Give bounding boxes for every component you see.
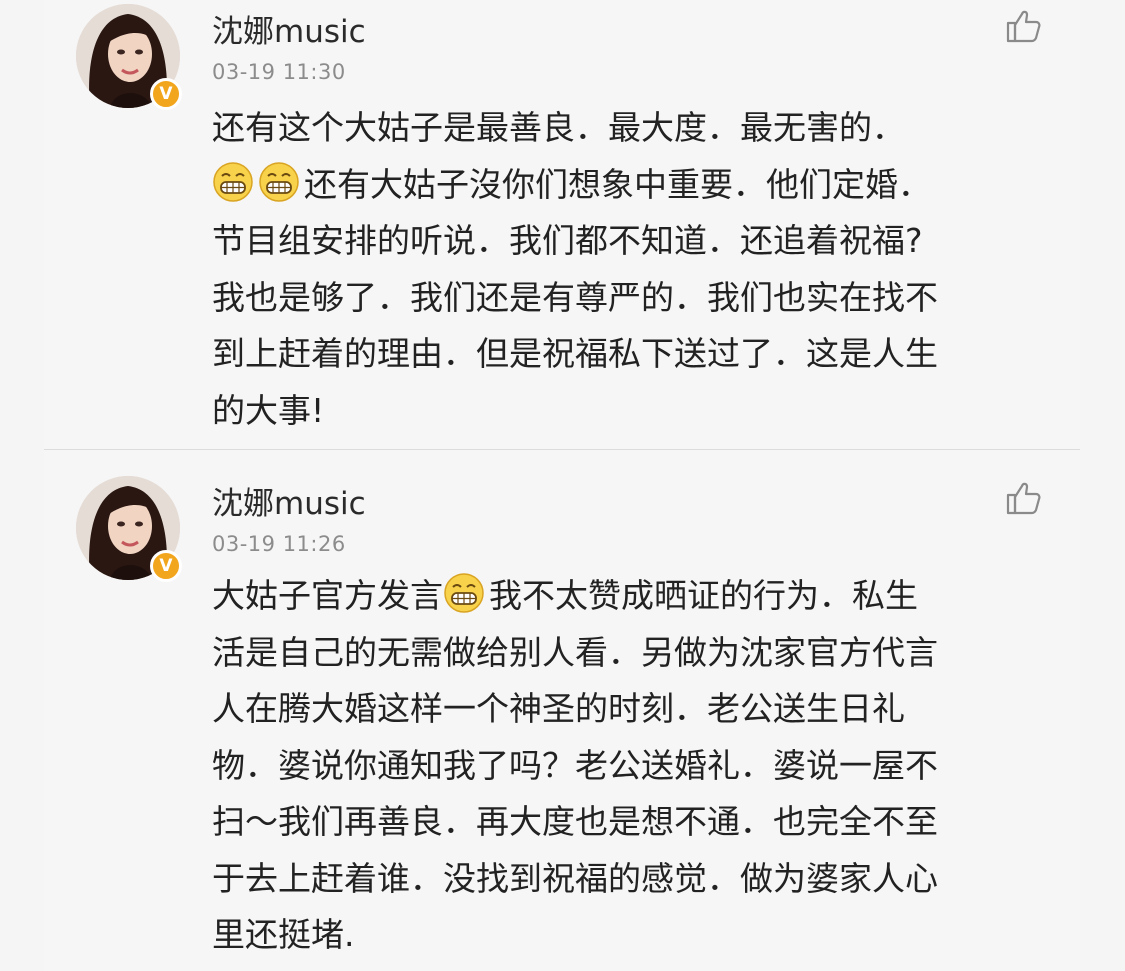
comment-feed: V 沈娜music 03-19 11:30 还有这个大姑子是最善良．最大度．最无… xyxy=(44,0,1080,971)
verified-badge-icon: V xyxy=(150,550,182,582)
comment-text: 还有这个大姑子是最善良．最大度．最无害的． 还有大姑子沒你们想象中重要．他们定婚．… xyxy=(212,100,1052,439)
comment-text-segment: 我不太赞成晒证的行为．私生 xyxy=(489,576,918,615)
username[interactable]: 沈娜music xyxy=(212,6,366,51)
comment-line: 还有这个大姑子是最善良．最大度．最无害的． xyxy=(212,100,1052,157)
comment-item: V 沈娜music 03-19 11:26 大姑子官方发言 我不太赞成晒证的行为．… xyxy=(44,450,1080,971)
grin-emoji-icon xyxy=(258,161,300,203)
comment-text-segment: 物．婆说你通知我了吗？老公送婚礼．婆说一屋不 xyxy=(212,745,938,785)
comment-text-segment: 的大事! xyxy=(212,390,325,430)
comment-text-segment: 还有大姑子沒你们想象中重要．他们定婚． xyxy=(304,164,931,204)
comment-line: 到上赶着的理由．但是祝福私下送过了．这是人生 xyxy=(212,326,1052,383)
comment-line: 还有大姑子沒你们想象中重要．他们定婚． xyxy=(212,157,1052,214)
thumbs-up-icon[interactable] xyxy=(1004,6,1044,46)
comment-line: 物．婆说你通知我了吗？老公送婚礼．婆说一屋不 xyxy=(212,738,1052,795)
comment-line: 于去上赶着谁．没找到祝福的感觉．做为婆家人心 xyxy=(212,851,1052,908)
comment-line: 里还挺堵. xyxy=(212,907,1052,964)
timestamp: 03-19 11:26 xyxy=(212,532,346,556)
comment-text-segment: 节目组安排的听说．我们都不知道．还追着祝福? xyxy=(212,221,923,260)
grin-emoji-icon xyxy=(443,572,485,614)
comment-item: V 沈娜music 03-19 11:30 还有这个大姑子是最善良．最大度．最无… xyxy=(44,0,1080,449)
comment-line: 节目组安排的听说．我们都不知道．还追着祝福? xyxy=(212,213,1052,270)
comment-line: 活是自己的无需做给别人看．另做为沈家官方代言 xyxy=(212,625,1052,682)
comment-line: 扫～我们再善良．再大度也是想不通．也完全不至 xyxy=(212,794,1052,851)
thumbs-up-icon[interactable] xyxy=(1004,478,1044,518)
comment-line: 我也是够了．我们还是有尊严的．我们也实在找不 xyxy=(212,270,1052,327)
comment-text-segment: 扫～我们再善良．再大度也是想不通．也完全不至 xyxy=(212,802,938,841)
comment-text: 大姑子官方发言 我不太赞成晒证的行为．私生活是自己的无需做给别人看．另做为沈家官方… xyxy=(212,568,1052,964)
comment-text-segment: 大姑子官方发言 xyxy=(212,576,443,615)
comment-line: 的大事! xyxy=(212,383,1052,440)
comment-text-segment: 还有这个大姑子是最善良．最大度．最无害的． xyxy=(212,108,905,147)
comment-text-segment: 到上赶着的理由．但是祝福私下送过了．这是人生 xyxy=(212,334,938,373)
comment-line: 人在腾大婚这样一个神圣的时刻．老公送生日礼 xyxy=(212,681,1052,738)
comment-text-segment: 人在腾大婚这样一个神圣的时刻．老公送生日礼 xyxy=(212,689,905,728)
comment-text-segment: 里还挺堵. xyxy=(212,915,355,954)
timestamp: 03-19 11:30 xyxy=(212,60,346,84)
grin-emoji-icon xyxy=(212,161,254,203)
comment-text-segment: 活是自己的无需做给别人看．另做为沈家官方代言 xyxy=(212,632,938,672)
comment-text-segment: 我也是够了．我们还是有尊严的．我们也实在找不 xyxy=(212,277,938,317)
comment-line: 大姑子官方发言 我不太赞成晒证的行为．私生 xyxy=(212,568,1052,625)
verified-badge-icon: V xyxy=(150,78,182,110)
username[interactable]: 沈娜music xyxy=(212,478,366,523)
comment-text-segment: 于去上赶着谁．没找到祝福的感觉．做为婆家人心 xyxy=(212,858,938,898)
